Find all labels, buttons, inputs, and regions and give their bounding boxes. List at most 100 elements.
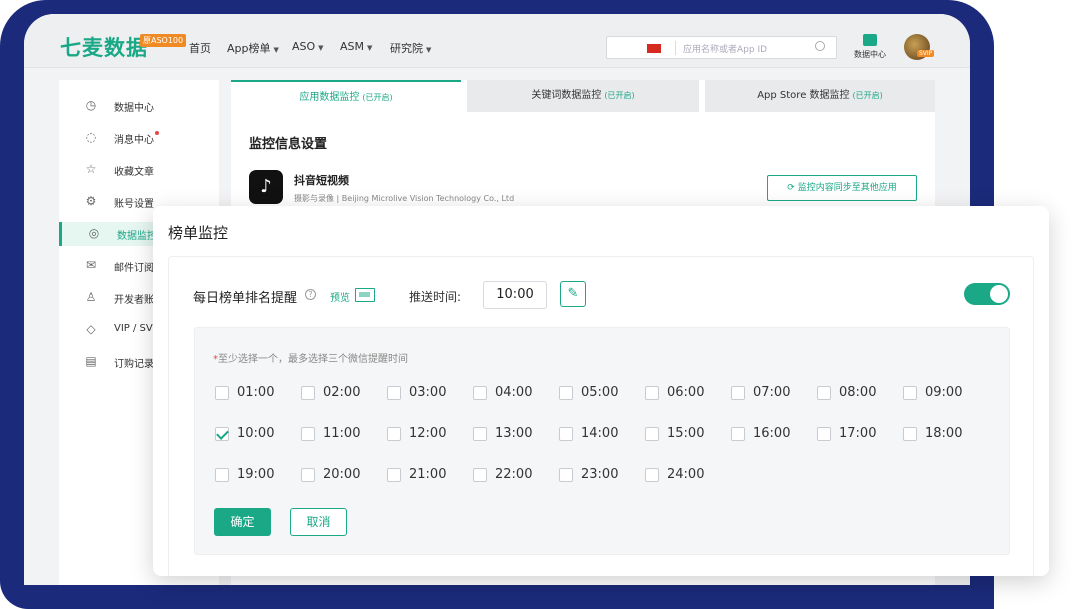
sidebar-item-label: 数据中心 (114, 103, 154, 114)
sidebar-item-messages[interactable]: ◌ 消息中心 (59, 126, 219, 150)
time-checkbox[interactable]: 03:00 (387, 385, 467, 403)
checkbox-icon[interactable] (473, 386, 487, 400)
rank-monitor-modal: 榜单监控 每日榜单排名提醒 ? 预览 推送时间: 10:00 ✎ *至少选择一个… (153, 206, 1049, 576)
checkbox-icon[interactable] (301, 386, 315, 400)
sync-monitor-button[interactable]: ⟳ 监控内容同步至其他应用 (767, 175, 917, 201)
nav-research[interactable]: 研究院 ▼ (390, 40, 431, 56)
push-time-label: 推送时间: (409, 290, 462, 304)
time-checkbox[interactable]: 11:00 (301, 426, 381, 444)
time-checkbox[interactable]: 17:00 (817, 426, 897, 444)
time-checkbox[interactable]: 10:00 (215, 426, 295, 444)
checkbox-icon[interactable] (559, 468, 573, 482)
time-checkbox[interactable]: 21:00 (387, 467, 467, 485)
checkbox-icon[interactable] (559, 386, 573, 400)
user-icon: ♙ (85, 290, 97, 304)
time-label: 02:00 (323, 385, 361, 400)
checkbox-icon[interactable] (645, 427, 659, 441)
star-icon: ☆ (85, 162, 97, 176)
checkbox-icon[interactable] (215, 468, 229, 482)
time-checkbox[interactable]: 01:00 (215, 385, 295, 403)
app-category: 摄影与录像 (294, 194, 334, 203)
time-checkbox[interactable]: 22:00 (473, 467, 553, 485)
checkbox-icon[interactable] (645, 468, 659, 482)
help-icon[interactable]: ? (305, 289, 316, 300)
sidebar-item-favorites[interactable]: ☆ 收藏文章 (59, 158, 219, 182)
cancel-button[interactable]: 取消 (290, 508, 347, 536)
section-title: 监控信息设置 (249, 137, 328, 152)
checkbox-icon[interactable] (645, 386, 659, 400)
nav-aso[interactable]: ASO ▼ (292, 40, 324, 53)
checkbox-icon[interactable] (903, 427, 917, 441)
checkbox-icon[interactable] (473, 468, 487, 482)
time-label: 05:00 (581, 385, 619, 400)
nav-asm[interactable]: ASM ▼ (340, 40, 372, 53)
checkbox-icon[interactable] (301, 468, 315, 482)
nav-home[interactable]: 首页 (189, 40, 211, 56)
sidebar-item-data-center[interactable]: ◷ 数据中心 (59, 94, 219, 118)
edit-icon[interactable]: ✎ (560, 281, 586, 307)
time-checkbox[interactable]: 08:00 (817, 385, 897, 403)
bar-chart-icon (863, 34, 877, 46)
time-label: 13:00 (495, 426, 533, 441)
time-label: 21:00 (409, 467, 447, 482)
time-checkbox[interactable]: 02:00 (301, 385, 381, 403)
tab-keyword-monitor[interactable]: 关键词数据监控 (已开启) (467, 80, 699, 112)
time-checkbox[interactable]: 07:00 (731, 385, 811, 403)
checkbox-icon[interactable] (731, 427, 745, 441)
sync-button-label: 监控内容同步至其他应用 (797, 183, 897, 193)
time-checkbox[interactable]: 18:00 (903, 426, 983, 444)
preview-link[interactable]: 预览 (330, 289, 350, 304)
time-label: 04:00 (495, 385, 533, 400)
caret-down-icon: ▼ (426, 46, 432, 54)
mail-icon: ✉ (85, 258, 97, 272)
checkbox-icon[interactable] (731, 386, 745, 400)
checkbox-icon[interactable] (387, 386, 401, 400)
checkbox-icon[interactable] (473, 427, 487, 441)
checkbox-icon[interactable] (387, 468, 401, 482)
time-checkbox[interactable]: 04:00 (473, 385, 553, 403)
confirm-button[interactable]: 确定 (214, 508, 271, 536)
caret-down-icon: ▼ (273, 46, 279, 54)
time-checkbox[interactable]: 15:00 (645, 426, 725, 444)
time-checkbox[interactable]: 06:00 (645, 385, 725, 403)
time-checkbox[interactable]: 12:00 (387, 426, 467, 444)
time-checkbox[interactable]: 20:00 (301, 467, 381, 485)
checkbox-icon[interactable] (387, 427, 401, 441)
time-label: 17:00 (839, 426, 877, 441)
checkbox-icon[interactable] (817, 427, 831, 441)
china-flag-icon[interactable] (647, 44, 661, 53)
clock-icon: ◷ (85, 98, 97, 112)
tab-appstore-monitor[interactable]: App Store 数据监控 (已开启) (705, 80, 935, 112)
hint-text: 至少选择一个，最多选择三个微信提醒时间 (218, 354, 408, 365)
preview-icon[interactable] (355, 288, 375, 302)
nav-label: ASM (340, 40, 364, 53)
unread-dot (155, 131, 159, 135)
checkbox-icon[interactable] (559, 427, 573, 441)
checkbox-icon[interactable] (817, 386, 831, 400)
time-checkbox[interactable]: 19:00 (215, 467, 295, 485)
time-checkbox[interactable]: 14:00 (559, 426, 639, 444)
time-checkbox[interactable]: 24:00 (645, 467, 725, 485)
time-checkbox[interactable]: 13:00 (473, 426, 553, 444)
nav-label: 首页 (189, 42, 211, 55)
time-checkbox[interactable]: 09:00 (903, 385, 983, 403)
remind-toggle[interactable] (964, 283, 1010, 305)
push-time-input[interactable]: 10:00 (483, 281, 547, 309)
checkbox-icon[interactable] (215, 386, 229, 400)
checkbox-icon[interactable] (903, 386, 917, 400)
top-navigation: 七麦数据 原ASO100 首页 App榜单 ▼ ASO ▼ ASM ▼ 研究院 ▼ 应用… (24, 14, 970, 68)
checked-box-icon[interactable] (215, 427, 229, 441)
tab-app-monitor[interactable]: 应用数据监控 (已开启) (231, 80, 461, 112)
time-checkbox[interactable]: 05:00 (559, 385, 639, 403)
time-checkbox[interactable]: 23:00 (559, 467, 639, 485)
search-icon[interactable] (815, 41, 825, 51)
time-checkbox[interactable]: 16:00 (731, 426, 811, 444)
nav-app-rank[interactable]: App榜单 ▼ (227, 40, 279, 56)
time-label: 06:00 (667, 385, 705, 400)
brand-logo[interactable]: 七麦数据 (60, 32, 148, 62)
search-bar[interactable]: 应用名称或者App ID (606, 36, 837, 59)
time-label: 23:00 (581, 467, 619, 482)
search-input[interactable]: 应用名称或者App ID (683, 42, 767, 55)
checkbox-icon[interactable] (301, 427, 315, 441)
data-center-button[interactable]: 数据中心 (850, 34, 890, 60)
